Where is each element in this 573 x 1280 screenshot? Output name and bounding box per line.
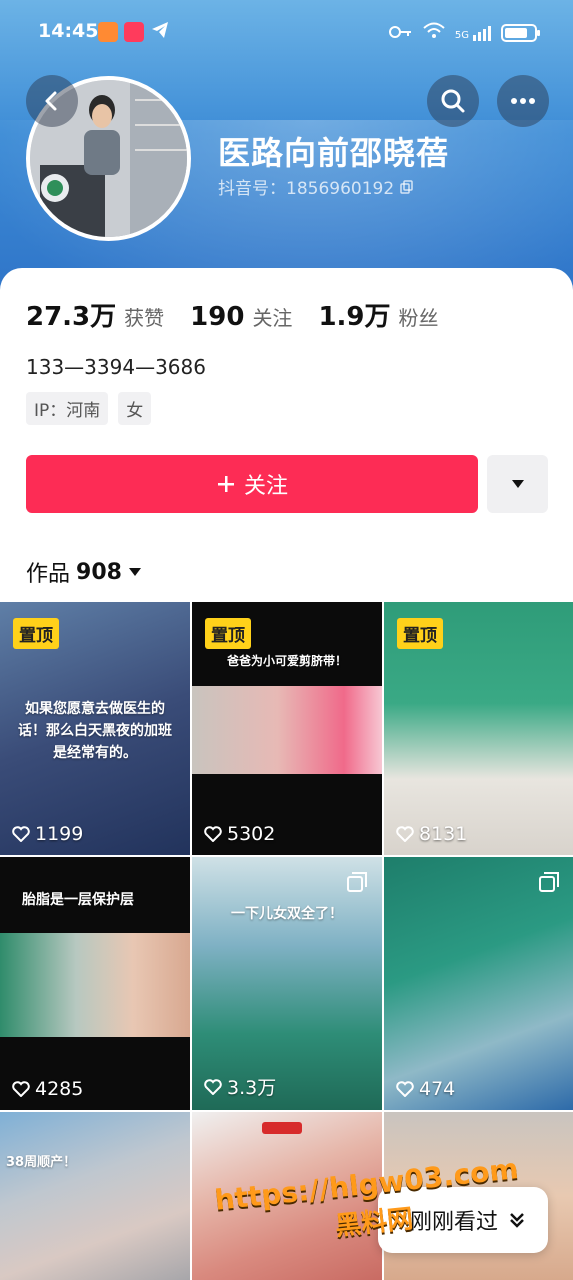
like-count-text: 3.3万 [227,1077,277,1099]
signal-icon: 5G [454,25,491,41]
like-count: 5302 [204,823,275,845]
heart-icon [12,826,30,842]
video-tile[interactable]: 置顶 爸爸为小可爱剪脐带！ 5302 [192,602,382,855]
ip-location-tag: IP：河南 [26,392,109,425]
telegram-icon [150,20,170,44]
wifi-icon [423,22,445,44]
search-button[interactable] [427,75,479,127]
douyin-id-text: 抖音号：1856960192 [218,179,395,199]
video-tile[interactable]: 胎脂是一层保护层 4285 [0,857,190,1110]
more-options-button[interactable] [497,75,549,127]
works-count: 908 [76,559,122,585]
video-caption: 如果您愿意去做医生的话！那么白天黑夜的加班是经常有的。 [18,701,172,761]
plus-icon [217,476,234,492]
like-count: 4285 [12,1078,83,1100]
like-count: 1199 [12,823,83,845]
follow-button-label: 关注 [243,474,288,499]
heart-icon [396,1081,414,1097]
heart-icon [204,1078,222,1095]
pinned-badge: 置顶 [205,618,251,649]
video-caption: 一下儿女双全了！ [231,906,343,922]
stat-followers-label: 粉丝 [398,306,439,330]
search-icon [441,89,465,113]
stat-followers[interactable]: 1.9万 粉丝 [318,296,438,333]
video-app-icon [124,22,144,42]
status-bar: 14:45 5G [0,0,573,66]
stat-followers-num: 1.9万 [318,302,391,332]
heart-icon [396,826,414,842]
stats-row: 27.3万 获赞 190 关注 1.9万 粉丝 [26,296,439,333]
stat-likes-num: 27.3万 [26,302,117,332]
more-dots-icon [511,98,535,104]
like-count-text: 4285 [35,1078,84,1100]
stat-following[interactable]: 190 关注 [190,302,292,332]
follow-button[interactable]: 关注 [26,455,478,513]
battery-icon [501,24,540,42]
video-thumbnail [0,933,190,1037]
video-caption: 胎脂是一层保护层 [22,892,134,908]
video-tile[interactable]: 38周顺产！ [0,1112,190,1280]
like-count-text: 1199 [35,823,84,845]
pinned-badge: 置顶 [13,618,59,649]
heart-icon [204,826,222,842]
video-caption: 38周顺产！ [6,1155,77,1170]
video-tile[interactable]: 置顶 如果您愿意去做医生的话！那么白天黑夜的加班是经常有的。 1199 [0,602,190,855]
profile-name: 医路向前邵晓蓓 [218,134,450,172]
video-tile[interactable]: 474 [384,857,573,1110]
like-count: 8131 [396,823,467,845]
triangle-down-icon [511,480,524,488]
video-caption: 爸爸为小可爱剪脐带！ [226,654,347,668]
video-thumbnail [262,1122,302,1134]
back-button[interactable] [26,75,78,127]
stat-following-num: 190 [190,302,245,332]
multi-image-icon [539,872,559,892]
copy-icon[interactable] [400,179,414,194]
bio-text: 133—3394—3686 [26,355,206,379]
works-label: 作品 [26,562,71,587]
video-tile[interactable]: 一下儿女双全了！ 3.3万 [192,857,382,1110]
profile-tags: IP：河南 女 [26,392,152,425]
works-filter-icon [128,568,141,576]
recommend-dropdown-button[interactable] [487,455,548,513]
stat-likes[interactable]: 27.3万 获赞 [26,296,164,333]
back-arrow-icon [45,91,57,111]
douyin-id[interactable]: 抖音号：1856960192 [218,174,414,199]
like-count-text: 8131 [419,823,468,845]
multi-image-icon [347,872,367,892]
like-count: 3.3万 [204,1073,276,1100]
works-tab[interactable]: 作品 908 [26,556,142,588]
pinned-badge: 置顶 [397,618,443,649]
heart-icon [12,1081,30,1097]
app-notification-icon [98,22,118,42]
video-tile[interactable]: 置顶 8131 [384,602,573,855]
stat-following-label: 关注 [252,306,293,330]
like-count-text: 5302 [227,823,276,845]
status-time: 14:45 [38,20,99,42]
video-thumbnail [192,686,382,774]
network-type-label: 5G [454,29,469,41]
stat-likes-label: 获赞 [124,306,165,330]
gender-tag: 女 [118,392,152,425]
double-chevron-down-icon [510,1213,524,1228]
key-icon [388,24,413,43]
like-count-text: 474 [419,1078,456,1100]
recently-viewed-label: 刚刚看过 [409,1210,498,1235]
like-count: 474 [396,1078,455,1100]
